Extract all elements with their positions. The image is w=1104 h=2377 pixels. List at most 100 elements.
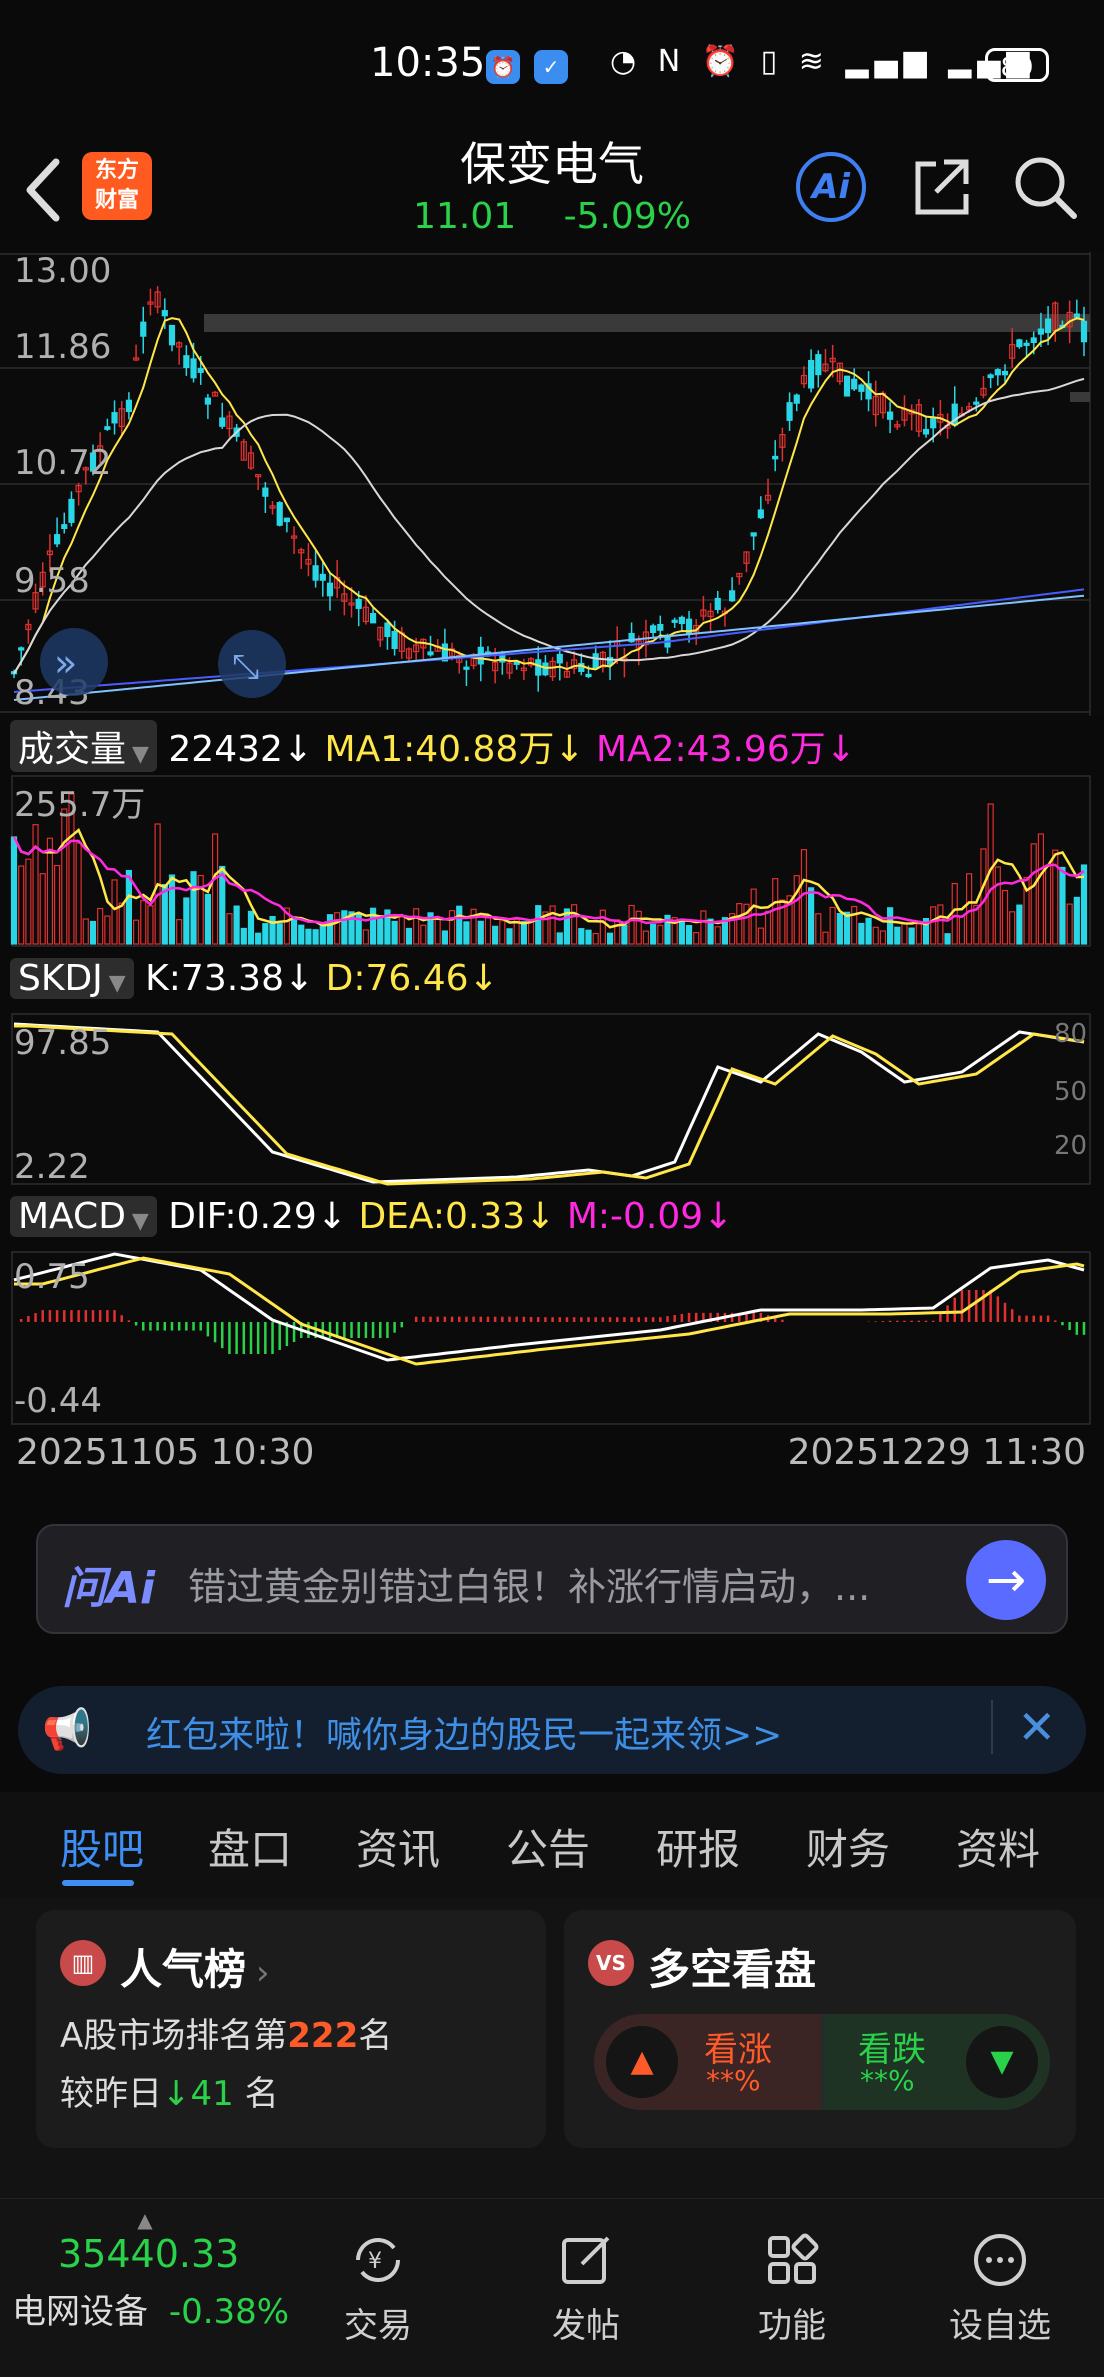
chevron-down-icon: ▼ bbox=[131, 1209, 149, 1234]
candle-body bbox=[973, 401, 980, 405]
app-icon-2: ✓ bbox=[534, 50, 568, 84]
battery-icon: 89 bbox=[985, 48, 1049, 83]
skdj-selector[interactable]: SKDJ ▼ bbox=[10, 958, 134, 999]
macd-selector[interactable]: MACD ▼ bbox=[10, 1196, 157, 1237]
volume-bar bbox=[1016, 904, 1023, 945]
skdj-chart[interactable]: 97.85 2.22 80 50 20 bbox=[0, 1012, 1104, 1188]
candle-body bbox=[197, 368, 204, 373]
index-name: 电网设备 bbox=[12, 2292, 148, 2332]
macd-y-max: 0.75 bbox=[14, 1257, 90, 1297]
candle-body bbox=[104, 426, 111, 430]
banner-text[interactable]: 红包来啦！喊你身边的股民一起来领>> bbox=[146, 1706, 782, 1758]
candle-body bbox=[463, 666, 470, 670]
volume-chart[interactable]: 255.7万 bbox=[0, 774, 1104, 950]
tab-announcements[interactable]: 公告 bbox=[506, 1816, 590, 1877]
change-prefix: 较昨日 bbox=[60, 2074, 162, 2114]
nav-trade[interactable]: ¥ 交易 bbox=[308, 2230, 448, 2347]
skdj-d: D:76.46↓ bbox=[325, 958, 499, 999]
nav-add-watchlist[interactable]: 设自选 bbox=[930, 2230, 1070, 2347]
skdj-level-80: 80 bbox=[1054, 1019, 1087, 1049]
candle-body bbox=[592, 653, 599, 669]
nav-functions[interactable]: 功能 bbox=[722, 2230, 862, 2347]
double-chevron-icon: » bbox=[54, 641, 77, 685]
tab-guba[interactable]: 股吧 bbox=[60, 1816, 144, 1877]
candle-body bbox=[556, 653, 563, 664]
volume-bar bbox=[269, 916, 276, 945]
volume-selector[interactable]: 成交量 ▼ bbox=[10, 720, 157, 772]
volume-bar bbox=[183, 897, 190, 945]
nfc-icon: N bbox=[657, 44, 687, 79]
skdj-indicator-row: SKDJ ▼ K:73.38↓ D:76.46↓ bbox=[10, 958, 499, 1006]
candle-body bbox=[930, 417, 937, 429]
volume-bar bbox=[463, 921, 470, 945]
candle-body bbox=[276, 502, 283, 526]
y-label: 11.86 bbox=[14, 327, 111, 367]
macd-chart[interactable]: 0.75 -0.44 bbox=[0, 1250, 1104, 1428]
fullscreen-button[interactable]: ⤡ bbox=[218, 630, 286, 698]
volume-bar bbox=[492, 925, 499, 945]
volume-bar bbox=[247, 910, 255, 945]
volume-bar bbox=[858, 922, 865, 945]
edit-icon bbox=[562, 2236, 610, 2284]
candle-body bbox=[815, 354, 822, 376]
chevron-down-icon: ▼ bbox=[132, 742, 149, 767]
volume-bar bbox=[1073, 896, 1080, 945]
tab-research[interactable]: 研报 bbox=[656, 1816, 740, 1877]
candle-body bbox=[111, 412, 118, 424]
nav-trade-label: 交易 bbox=[344, 2306, 412, 2346]
search-button[interactable] bbox=[1010, 152, 1080, 222]
volume-bar bbox=[650, 923, 657, 945]
volume-bar bbox=[808, 887, 815, 945]
send-button[interactable]: → bbox=[966, 1540, 1046, 1620]
candle-body bbox=[1073, 313, 1080, 318]
nav-post[interactable]: 发帖 bbox=[516, 2230, 656, 2347]
status-time: 10:35 bbox=[370, 40, 486, 86]
megaphone-icon: 📢 bbox=[42, 1707, 92, 1753]
candle-body bbox=[355, 598, 362, 609]
bull-bear-vote: ▲ 看涨 **% 看跌 **% ▼ bbox=[594, 2014, 1050, 2110]
arrow-down-icon: ▼ bbox=[966, 2026, 1038, 2098]
candle-body bbox=[678, 616, 685, 625]
chevron-right-icon: › bbox=[256, 1953, 270, 1993]
share-button[interactable] bbox=[906, 152, 976, 222]
ask-ai-prompt[interactable]: 错过黄金别错过白银！补涨行情启动，... bbox=[188, 1556, 968, 1611]
promo-banner[interactable]: 📢 红包来啦！喊你身边的股民一起来领>> ✕ bbox=[18, 1686, 1086, 1774]
popularity-card[interactable]: ▥ 人气榜 › A股市场排名第222名 较昨日↓41 名 bbox=[36, 1910, 546, 2148]
candle-body bbox=[786, 402, 793, 421]
volume-bar bbox=[255, 932, 262, 945]
candle-body bbox=[671, 619, 678, 623]
tab-finance[interactable]: 财务 bbox=[806, 1816, 890, 1877]
ai-button[interactable]: Ai bbox=[796, 152, 866, 222]
date-start: 20251105 10:30 bbox=[16, 1432, 315, 1473]
arrow-down-icon: ↓ bbox=[162, 2074, 191, 2114]
volume-bar bbox=[298, 924, 305, 945]
bull-button[interactable]: ▲ 看涨 **% bbox=[594, 2014, 820, 2110]
candle-body bbox=[384, 622, 391, 638]
volume-selector-label: 成交量 bbox=[18, 729, 127, 770]
index-widget[interactable]: ▲ 35440.33 电网设备 -0.38% bbox=[0, 2208, 290, 2333]
candle-body bbox=[319, 573, 326, 581]
tab-profile[interactable]: 资料 bbox=[956, 1816, 1040, 1877]
volume-bar bbox=[506, 928, 513, 945]
index-line: 电网设备 -0.38% bbox=[12, 2284, 290, 2333]
volume-bar bbox=[276, 923, 283, 945]
expand-chart-button[interactable]: » bbox=[40, 628, 108, 696]
volume-bar bbox=[319, 924, 326, 945]
resistance-band bbox=[204, 314, 1090, 332]
popularity-title-text: 人气榜 bbox=[120, 1945, 247, 1994]
status-icons: ◔ N ⏰ ▯ ≋ ▂▄▆ ▂▄▆ bbox=[610, 44, 1035, 79]
index-value: 35440.33 bbox=[58, 2232, 240, 2276]
candle-body bbox=[987, 374, 994, 379]
close-button[interactable]: ✕ bbox=[991, 1700, 1056, 1754]
tab-news[interactable]: 资讯 bbox=[356, 1816, 440, 1877]
candle-body bbox=[283, 517, 290, 523]
active-tab-indicator bbox=[62, 1880, 134, 1886]
bear-button[interactable]: 看跌 **% ▼ bbox=[824, 2014, 1050, 2110]
candle-body bbox=[650, 625, 657, 633]
price-chart[interactable]: 13.00 11.86 10.72 9.58 8.43 » ⤡ bbox=[0, 252, 1104, 716]
tab-pankou[interactable]: 盘口 bbox=[208, 1816, 292, 1877]
nav-add-watchlist-label: 设自选 bbox=[949, 2306, 1051, 2346]
macd-indicator-row: MACD ▼ DIF:0.29↓ DEA:0.33↓ M:-0.09↓ bbox=[10, 1196, 733, 1244]
ask-ai-bar[interactable]: 问Ai 错过黄金别错过白银！补涨行情启动，... → bbox=[36, 1524, 1068, 1634]
nav-functions-label: 功能 bbox=[758, 2306, 826, 2346]
